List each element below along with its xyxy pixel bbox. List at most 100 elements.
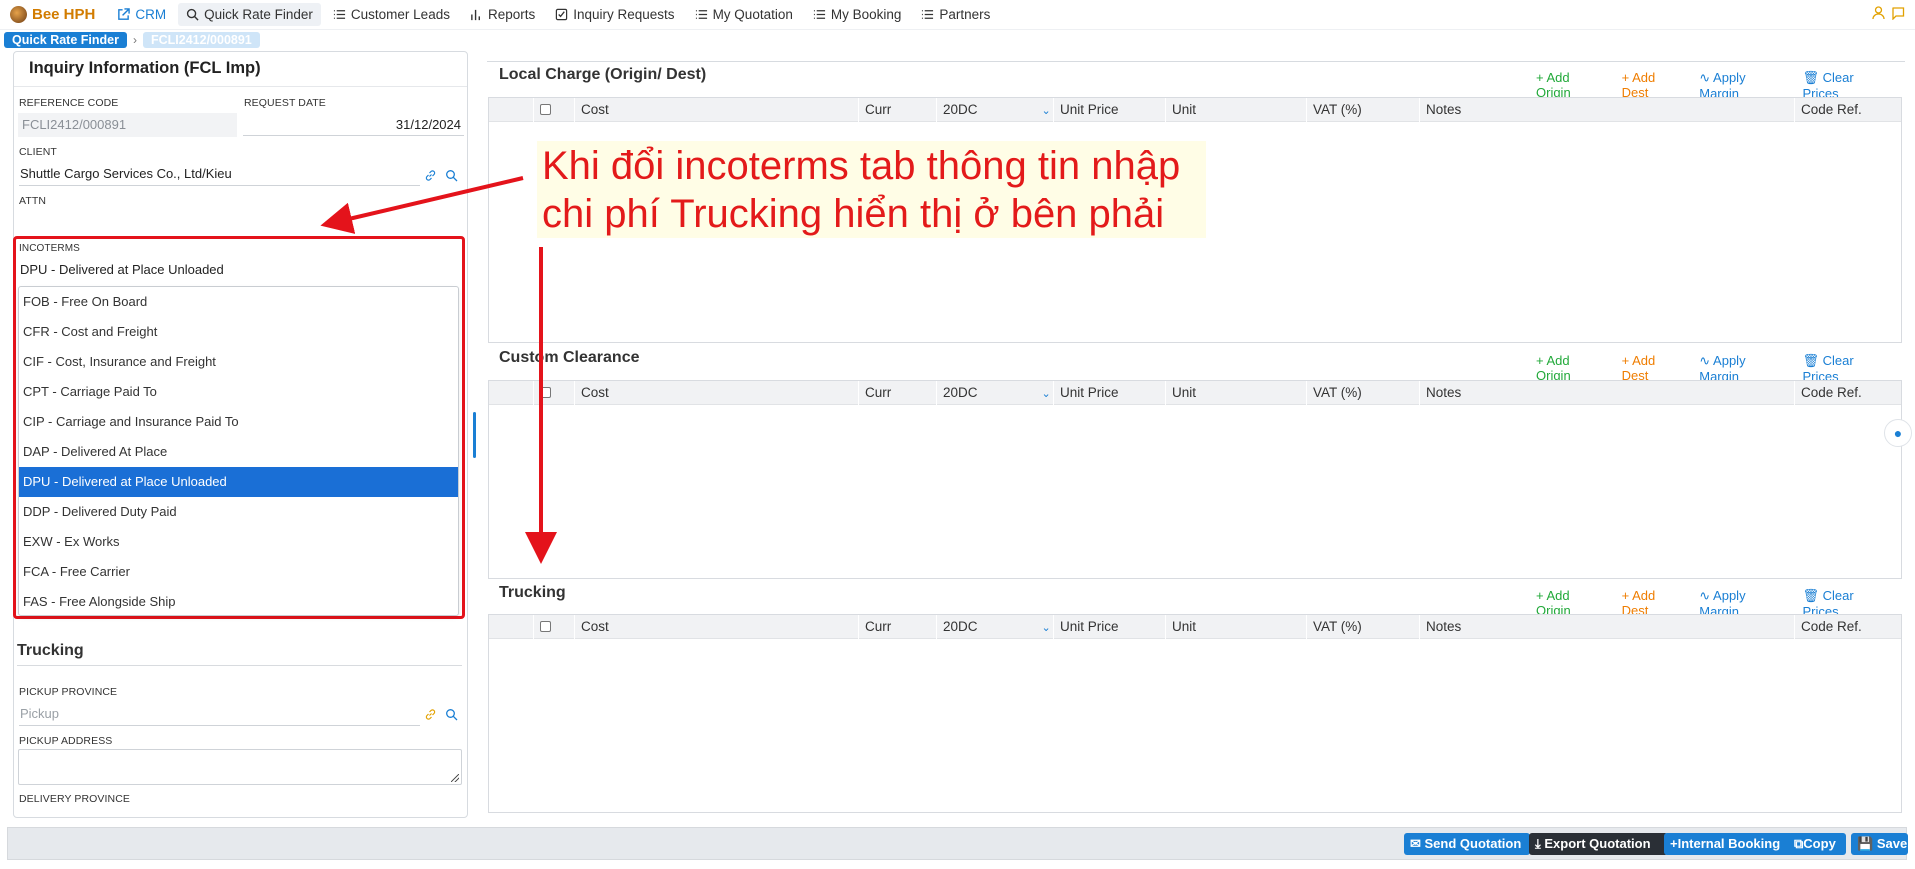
trucking-section-title: Trucking [17,642,84,659]
copy-button[interactable]: ⧉Copy [1788,833,1846,855]
nav-item-inquiry-requests[interactable]: Inquiry Requests [547,3,682,26]
col-index: # [489,615,534,639]
incoterm-option[interactable]: CIF - Cost, Insurance and Freight [19,347,458,377]
top-navigation: Bee HPH CRM Quick Rate Finder Customer L… [0,0,1915,30]
select-all-checkbox[interactable] [540,104,551,115]
custom-clearance-title: Custom Clearance [499,349,640,366]
request-date-label: REQUEST DATE [244,97,326,109]
save-label: Save [1876,836,1908,851]
col-notes: Notes [1420,381,1795,405]
sort-icon[interactable]: ⌄ ⌃ [1042,105,1053,117]
copy-icon: ⧉ [1794,836,1804,851]
scrollbar-thumb[interactable] [473,412,476,458]
send-quotation-button[interactable]: ✉ Send Quotation [1404,833,1530,855]
breadcrumb-root[interactable]: Quick Rate Finder [4,31,127,48]
select-all-checkbox[interactable] [540,387,551,398]
nav-item-quick-rate-finder[interactable]: Quick Rate Finder [178,3,321,26]
chat-icon[interactable] [1891,6,1905,20]
incoterm-option[interactable]: CIP - Carriage and Insurance Paid To [19,407,458,437]
water-drop-icon[interactable]: ● [1884,419,1912,447]
incoterm-option[interactable]: DDP - Delivered Duty Paid [19,497,458,527]
nav-item-partners[interactable]: Partners [913,3,998,26]
annotation-line-1: Khi đổi incoterms tab thông tin nhập [542,144,1181,188]
incoterm-option-selected[interactable]: DPU - Delivered at Place Unloaded [19,467,458,497]
user-icon[interactable] [1872,6,1885,20]
incoterm-option[interactable]: FCA - Free Carrier [19,557,458,587]
search-icon[interactable] [445,169,458,182]
col-notes: Notes [1420,98,1795,122]
incoterm-option[interactable]: DAP - Delivered At Place [19,437,458,467]
list-icon [813,10,825,19]
save-button[interactable]: 💾 Save [1851,833,1908,855]
nav-item-crm[interactable]: CRM [109,3,174,26]
trucking-table: # Cost Curr 20DC ⌄ ⌃ Unit Price Unit VAT … [488,614,1902,813]
col-20dc[interactable]: 20DC ⌄ ⌃ [937,615,1054,639]
link-icon[interactable] [424,708,437,721]
nav-item-customer-leads[interactable]: Customer Leads [325,3,458,26]
col-notes: Notes [1420,615,1795,639]
breadcrumb: Quick Rate Finder › FCLI2412/000891 [4,31,260,48]
list-icon [333,10,345,19]
link-icon[interactable] [424,169,437,182]
incoterm-option[interactable]: EXW - Ex Works [19,527,458,557]
sort-icon[interactable]: ⌄ ⌃ [1042,622,1053,634]
annotation-text: Khi đổi incoterms tab thông tin nhập chi… [542,142,1207,238]
incoterm-option[interactable]: CFR - Cost and Freight [19,317,458,347]
list-icon [922,10,934,19]
col-20dc[interactable]: 20DC ⌄ ⌃ [937,381,1054,405]
checkbox-icon [556,8,568,21]
save-icon: 💾 [1857,836,1877,851]
copy-label: Copy [1803,836,1836,851]
incoterm-option[interactable]: FAS - Free Alongside Ship [19,587,458,615]
nav-item-my-quotation[interactable]: My Quotation [687,3,801,26]
request-date-field[interactable]: 31/12/2024 [396,117,461,132]
resize-handle-icon[interactable] [451,774,459,782]
col-select[interactable] [540,615,575,639]
pickup-province-label: PICKUP PROVINCE [19,686,118,698]
chevron-right-icon: › [132,32,137,47]
pickup-address-input[interactable] [18,749,462,785]
trash-icon: 🗑 [1802,70,1823,85]
divider [19,185,420,186]
col-code-ref: Code Ref. [1801,102,1862,117]
client-field[interactable]: Shuttle Cargo Services Co., Ltd/Kieu [20,166,232,181]
col-vat: VAT (%) [1307,615,1420,639]
sort-icon[interactable]: ⌄ ⌃ [1042,388,1053,400]
pickup-province-input[interactable]: Pickup [20,706,59,721]
local-charge-title: Local Charge (Origin/ Dest) [499,66,707,83]
divider [487,61,1905,62]
col-index: # [489,98,534,122]
breadcrumb-current[interactable]: FCLI2412/000891 [142,31,260,48]
col-unit: Unit [1166,98,1307,122]
incoterms-dropdown: FOB - Free On Board CFR - Cost and Freig… [18,286,459,616]
brand[interactable]: Bee HPH [10,6,95,23]
action-bar: ✉ Send Quotation ⤓ Export Quotation +Int… [7,827,1908,860]
col-unit: Unit [1166,615,1307,639]
incoterm-option[interactable]: FOB - Free On Board [19,287,458,317]
nav-item-label: Partners [939,7,991,22]
nav-item-my-booking[interactable]: My Booking [805,3,910,26]
reference-code-label: REFERENCE CODE [19,97,119,109]
col-code-ref: Code Ref. [1801,619,1862,634]
col-select[interactable] [540,381,575,405]
nav-item-label: Quick Rate Finder [204,7,313,22]
col-20dc[interactable]: 20DC ⌄ ⌃ [937,98,1054,122]
internal-booking-button[interactable]: +Internal Booking [1664,833,1793,855]
divider [14,86,467,87]
nav-item-label: Inquiry Requests [573,7,675,22]
export-quotation-button[interactable]: ⤓ Export Quotation [1529,833,1668,855]
nav-right-tools [1872,6,1905,20]
export-quotation-label: Export Quotation [1544,836,1651,851]
attn-label: ATTN [19,195,47,207]
nav-item-reports[interactable]: Reports [462,3,543,26]
annotation-line-2: chi phí Trucking hiển thị ở bên phải [542,192,1165,236]
select-all-checkbox[interactable] [540,621,551,632]
nav-item-label: Customer Leads [350,7,450,22]
col-select[interactable] [540,98,575,122]
panel-title: Inquiry Information (FCL Imp) [29,59,261,77]
col-curr: Curr [859,615,937,639]
incoterm-option[interactable]: CPT - Carriage Paid To [19,377,458,407]
col-unit: Unit [1166,381,1307,405]
search-icon[interactable] [445,708,458,721]
col-vat: VAT (%) [1307,98,1420,122]
